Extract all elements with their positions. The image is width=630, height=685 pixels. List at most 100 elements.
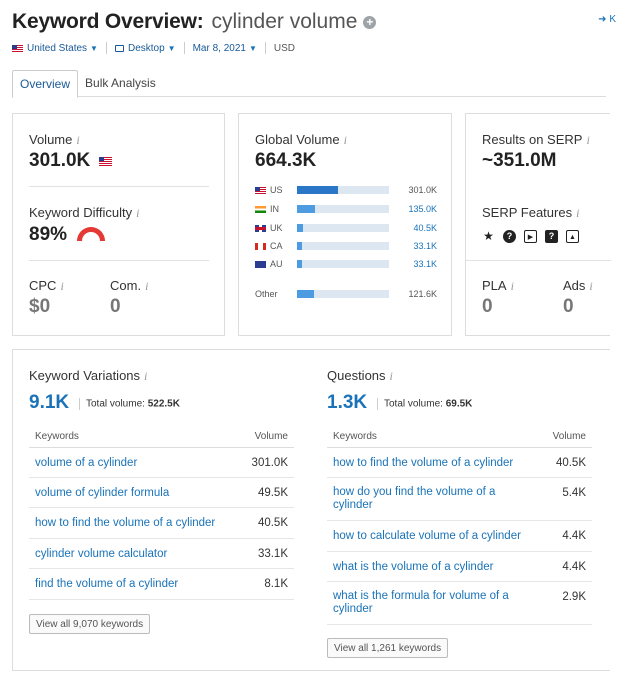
video-play-icon[interactable]: ▶ bbox=[524, 230, 537, 243]
country-volume[interactable]: 40.5K bbox=[413, 223, 437, 233]
chevron-down-icon: ▼ bbox=[248, 43, 257, 53]
keyword-ideas-card: Keyword Variations i 9.1K Total volume: 5… bbox=[12, 349, 610, 671]
table-row: how do you find the volume of a cylinder… bbox=[327, 478, 592, 521]
country-row-in[interactable]: IN 135.0K bbox=[255, 204, 437, 215]
question-link[interactable]: how do you find the volume of a cylinder bbox=[333, 486, 523, 512]
info-icon[interactable]: i bbox=[344, 133, 347, 147]
knowledge-base-link[interactable]: ➜ K bbox=[598, 14, 616, 25]
variations-count[interactable]: 9.1K bbox=[29, 392, 69, 414]
keyword-link[interactable]: how to find the volume of a cylinder bbox=[35, 517, 215, 530]
country-code: CA bbox=[270, 241, 283, 251]
keyword-link[interactable]: volume of a cylinder bbox=[35, 457, 137, 470]
difficulty-value: 89% bbox=[29, 224, 68, 245]
info-icon[interactable]: i bbox=[136, 206, 139, 220]
pla-label: PLA bbox=[482, 278, 507, 293]
divider bbox=[377, 398, 378, 410]
difficulty-value-row: 89% bbox=[29, 224, 106, 246]
page-keyword: cylinder volume bbox=[211, 10, 358, 33]
serp-features-icons: ★ ? ▶ ? ▲ bbox=[482, 230, 579, 243]
question-link[interactable]: what is the formula for volume of a cyli… bbox=[333, 590, 523, 616]
faq-icon[interactable]: ? bbox=[545, 230, 558, 243]
col-volume: Volume bbox=[552, 431, 586, 442]
in-flag-icon bbox=[255, 206, 266, 213]
us-flag-icon bbox=[98, 157, 112, 166]
volume-bar-fill bbox=[297, 260, 302, 268]
variations-total-volume: Total volume: 522.5K bbox=[79, 398, 180, 410]
question-link[interactable]: how to calculate volume of a cylinder bbox=[333, 530, 521, 543]
question-link[interactable]: how to find the volume of a cylinder bbox=[333, 457, 513, 470]
other-volume: 121.6K bbox=[408, 289, 437, 299]
total-volume-value: 522.5K bbox=[147, 398, 180, 410]
serp-card: Results on SERP i ~351.0M SERP Features i … bbox=[465, 113, 611, 336]
variations-table: Keywords Volume volume of a cylinder 301… bbox=[29, 422, 294, 600]
view-all-questions-button[interactable]: View all 1,261 keywords bbox=[327, 638, 449, 658]
total-volume-value: 69.5K bbox=[445, 398, 473, 410]
country-volume: 301.0K bbox=[408, 185, 437, 195]
info-icon[interactable]: i bbox=[390, 369, 393, 383]
keyword-volume: 49.5K bbox=[257, 487, 288, 499]
global-volume-card: Global Volume i 664.3K US 301.0K IN 135.0… bbox=[238, 113, 452, 336]
info-icon[interactable]: i bbox=[76, 133, 79, 147]
volume-bar bbox=[297, 260, 389, 268]
volume-bar bbox=[297, 224, 389, 232]
date-filter[interactable]: Mar 8, 2021 ▼ bbox=[193, 43, 257, 54]
table-header: Keywords Volume bbox=[327, 422, 592, 448]
country-row-uk[interactable]: UK 40.5K bbox=[255, 223, 437, 234]
volume-label-row: Volume i bbox=[29, 131, 80, 149]
question-circle-icon[interactable]: ? bbox=[503, 230, 516, 243]
au-flag-icon bbox=[255, 261, 266, 268]
other-label: Other bbox=[255, 289, 278, 299]
volume-value-row: 301.0K bbox=[29, 150, 116, 172]
country-volume[interactable]: 33.1K bbox=[413, 241, 437, 251]
table-row: what is the volume of a cylinder 4.4K bbox=[327, 552, 592, 582]
com-label: Com. bbox=[110, 278, 142, 293]
country-volume[interactable]: 33.1K bbox=[413, 259, 437, 269]
info-icon[interactable]: i bbox=[586, 133, 589, 147]
question-link[interactable]: what is the volume of a cylinder bbox=[333, 561, 493, 574]
volume-bar-fill bbox=[297, 205, 316, 213]
keyword-volume: 33.1K bbox=[257, 548, 288, 560]
info-icon[interactable]: i bbox=[144, 369, 147, 383]
chevron-down-icon: ▼ bbox=[167, 43, 176, 53]
image-icon[interactable]: ▲ bbox=[566, 230, 579, 243]
us-flag-icon bbox=[255, 187, 266, 194]
chevron-down-icon: ▼ bbox=[90, 43, 98, 53]
country-row-ca[interactable]: CA 33.1K bbox=[255, 241, 437, 252]
country-row-us[interactable]: US 301.0K bbox=[255, 185, 437, 196]
question-volume: 4.4K bbox=[562, 530, 586, 542]
filter-bar: United States ▼ Desktop ▼ Mar 8, 2021 ▼ … bbox=[12, 40, 295, 56]
volume-bar-fill bbox=[297, 224, 303, 232]
country-code: US bbox=[270, 185, 283, 195]
divider bbox=[79, 398, 80, 410]
keyword-link[interactable]: find the volume of a cylinder bbox=[35, 578, 178, 591]
info-icon[interactable]: i bbox=[589, 279, 592, 293]
country-code: AU bbox=[270, 259, 283, 269]
volume-bar bbox=[297, 205, 389, 213]
ca-flag-icon bbox=[255, 243, 266, 250]
variations-title-row: Keyword Variations i bbox=[29, 368, 147, 384]
global-volume-label: Global Volume bbox=[255, 132, 340, 147]
info-icon[interactable]: i bbox=[511, 279, 514, 293]
device-filter[interactable]: Desktop ▼ bbox=[114, 43, 176, 54]
keyword-link[interactable]: cylinder volume calculator bbox=[35, 548, 167, 561]
tab-bulk-analysis[interactable]: Bulk Analysis bbox=[78, 70, 163, 97]
view-all-variations-button[interactable]: View all 9,070 keywords bbox=[29, 614, 151, 634]
volume-bar bbox=[297, 186, 389, 194]
info-icon[interactable]: i bbox=[60, 279, 63, 293]
info-icon[interactable]: i bbox=[576, 206, 579, 220]
volume-bar bbox=[297, 242, 389, 250]
col-keywords: Keywords bbox=[333, 431, 377, 442]
page-header: Keyword Overview: cylinder volume + bbox=[12, 8, 377, 36]
country-volume[interactable]: 135.0K bbox=[408, 204, 437, 214]
info-icon[interactable]: i bbox=[145, 279, 148, 293]
plus-circle-icon[interactable]: + bbox=[363, 15, 377, 29]
question-volume: 5.4K bbox=[562, 487, 586, 499]
questions-count[interactable]: 1.3K bbox=[327, 392, 367, 414]
keyword-link[interactable]: volume of cylinder formula bbox=[35, 487, 169, 500]
table-header: Keywords Volume bbox=[29, 422, 294, 448]
country-filter[interactable]: United States ▼ bbox=[12, 43, 98, 54]
table-row: cylinder volume calculator 33.1K bbox=[29, 539, 294, 569]
country-row-au[interactable]: AU 33.1K bbox=[255, 259, 437, 270]
star-icon[interactable]: ★ bbox=[482, 230, 495, 243]
tab-overview[interactable]: Overview bbox=[12, 70, 79, 98]
